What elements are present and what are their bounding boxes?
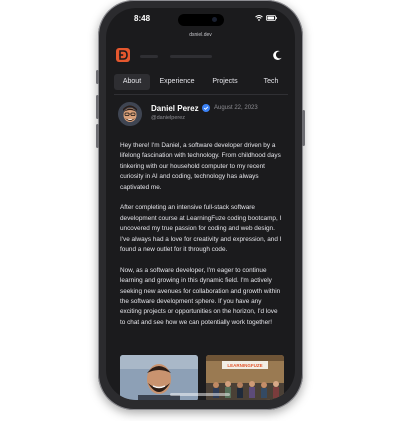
- nav-link-placeholder: [140, 55, 158, 58]
- logo-d-icon[interactable]: [116, 48, 130, 62]
- status-time: 8:48: [134, 14, 151, 23]
- status-icons: [255, 15, 277, 21]
- bio-paragraph: Hey there! I'm Daniel, a software develo…: [120, 142, 281, 191]
- bio-paragraph: After completing an intensive full-stack…: [120, 204, 282, 254]
- tab-projects[interactable]: Projects: [204, 74, 246, 90]
- nav-link-placeholder: [170, 55, 212, 58]
- tab-tech[interactable]: Tech: [256, 74, 286, 90]
- bio-text: Hey there! I'm Daniel, a software develo…: [120, 141, 284, 339]
- tab-bar: About Experience Projects Tech: [106, 74, 295, 90]
- phone-volume-up: [96, 95, 99, 119]
- profile-name: Daniel Perez: [151, 104, 199, 113]
- profile-header: Daniel Perez August 22, 2023 @danielpere…: [118, 102, 288, 130]
- phone-volume-down: [96, 124, 99, 148]
- avatar-memoji-icon: [118, 102, 142, 126]
- battery-icon: [266, 15, 277, 21]
- phone-side-button: [96, 70, 99, 84]
- status-bar: 8:48: [106, 8, 295, 30]
- bio-paragraph: Now, as a software developer, I'm eager …: [120, 266, 281, 326]
- avatar[interactable]: [118, 102, 142, 126]
- tab-divider: [114, 94, 288, 95]
- verified-badge-icon: [202, 104, 210, 112]
- camera-dot: [212, 17, 217, 22]
- site-header: [106, 44, 295, 66]
- post-date: August 22, 2023: [214, 105, 258, 111]
- wifi-icon: [255, 15, 263, 21]
- dynamic-island: [178, 14, 224, 26]
- profile-handle: @danielperez: [151, 115, 186, 121]
- phone-screen: 8:48 dsniel.dev About Experience Project…: [106, 8, 295, 400]
- photo-sign-text: LEARNINGFUZE: [227, 363, 262, 368]
- phone-power-button: [302, 110, 305, 146]
- home-indicator[interactable]: [170, 393, 230, 396]
- tab-experience[interactable]: Experience: [156, 74, 198, 90]
- moon-icon[interactable]: [272, 50, 283, 61]
- tab-about[interactable]: About: [114, 74, 150, 90]
- browser-url[interactable]: dsniel.dev: [106, 32, 295, 38]
